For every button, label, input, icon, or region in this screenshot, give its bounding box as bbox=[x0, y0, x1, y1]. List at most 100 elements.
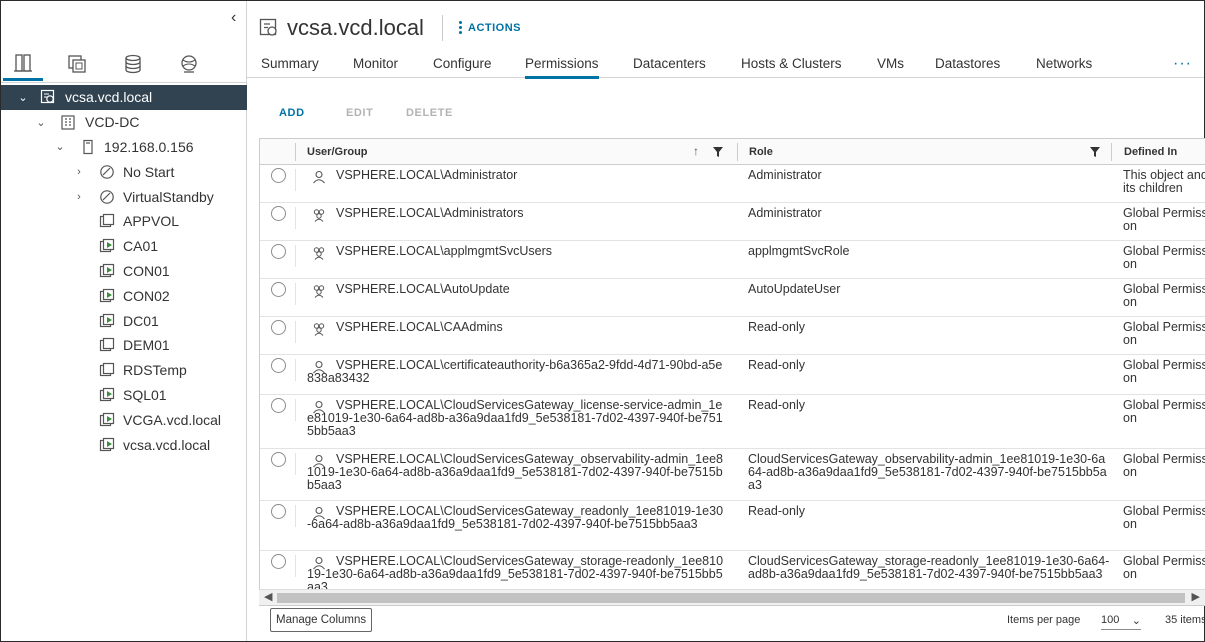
tree-node-vm[interactable]: vcsa.vcd.local bbox=[1, 432, 247, 457]
tree-node-label: APPVOL bbox=[123, 213, 180, 230]
tree-node-host[interactable]: ⌄ 192.168.0.156 bbox=[1, 135, 247, 160]
tree-node-datacenter[interactable]: ⌄ VCD-DC bbox=[1, 110, 247, 135]
tab-permissions[interactable]: Permissions bbox=[525, 56, 599, 79]
tree-node-vm[interactable]: CON02 bbox=[1, 283, 247, 308]
row-select-radio[interactable] bbox=[271, 168, 286, 183]
row-select-radio[interactable] bbox=[271, 554, 286, 569]
collapse-pane-icon[interactable]: ‹ bbox=[231, 9, 236, 27]
edit-button[interactable]: EDIT bbox=[346, 107, 373, 119]
sort-ascending-icon[interactable]: ↑ bbox=[693, 144, 699, 158]
tree-node-vm[interactable]: CA01 bbox=[1, 234, 247, 259]
chevron-right-icon[interactable]: › bbox=[73, 191, 85, 203]
user-group-cell: VSPHERE.LOCAL\certificateauthority-b6a36… bbox=[307, 358, 723, 385]
kebab-icon bbox=[459, 21, 462, 34]
page-size-select[interactable]: 100 ⌄ bbox=[1101, 612, 1141, 630]
add-button[interactable]: ADD bbox=[279, 107, 305, 119]
tree-node-vm[interactable]: APPVOL bbox=[1, 209, 247, 234]
user-group-cell: VSPHERE.LOCAL\applmgmtSvcUsers bbox=[336, 244, 553, 258]
manage-columns-button[interactable]: Manage Columns bbox=[270, 608, 373, 632]
table-row[interactable]: VSPHERE.LOCAL\CloudServicesGateway_reado… bbox=[260, 501, 1205, 551]
page-title: vcsa.vcd.local bbox=[287, 15, 424, 40]
role-cell: AutoUpdateUser bbox=[748, 282, 841, 296]
row-select-radio[interactable] bbox=[271, 320, 286, 335]
tree-node-vm[interactable]: VCGA.vcd.local bbox=[1, 407, 247, 432]
table-row[interactable]: VSPHERE.LOCAL\applmgmtSvcUsers applmgmtSv… bbox=[260, 241, 1205, 279]
table-row[interactable]: VSPHERE.LOCAL\CAAdmins Read-only Global Pe… bbox=[260, 317, 1205, 355]
horizontal-scrollbar[interactable]: ◀ ▶ bbox=[259, 589, 1205, 605]
row-select-radio[interactable] bbox=[271, 244, 286, 259]
row-divider bbox=[295, 453, 296, 475]
row-select-radio[interactable] bbox=[271, 398, 286, 413]
row-select-radio[interactable] bbox=[271, 358, 286, 373]
defined-in-cell: Global Permission bbox=[1123, 358, 1205, 385]
chevron-down-icon[interactable]: ⌄ bbox=[35, 116, 47, 129]
tree-node-vm[interactable]: DEM01 bbox=[1, 333, 247, 358]
table-row[interactable]: VSPHERE.LOCAL\CloudServicesGateway_obser… bbox=[260, 449, 1205, 501]
column-header-defined-in[interactable]: Defined In bbox=[1124, 146, 1177, 158]
column-divider bbox=[1111, 143, 1112, 161]
tree-node-vapp[interactable]: › VirtualStandby bbox=[1, 184, 247, 209]
tab-vms[interactable]: VMs bbox=[877, 56, 904, 76]
vm-on-icon bbox=[99, 239, 115, 253]
scroll-right-icon[interactable]: ▶ bbox=[1192, 590, 1200, 603]
delete-button[interactable]: DELETE bbox=[406, 107, 453, 119]
chevron-down-icon[interactable]: ⌄ bbox=[54, 140, 66, 153]
vms-templates-icon[interactable] bbox=[57, 47, 97, 81]
tab-summary[interactable]: Summary bbox=[261, 56, 319, 76]
tab-monitor[interactable]: Monitor bbox=[353, 56, 398, 76]
tab-hosts-clusters[interactable]: Hosts & Clusters bbox=[741, 56, 842, 76]
tab-datacenters[interactable]: Datacenters bbox=[633, 56, 706, 76]
role-cell: Read-only bbox=[748, 398, 805, 412]
user-group-cell: VSPHERE.LOCAL\CloudServicesGateway_reado… bbox=[307, 504, 724, 531]
actions-menu-button[interactable]: ACTIONS bbox=[459, 21, 521, 34]
role-cell: Read-only bbox=[748, 320, 805, 334]
defined-in-cell: This object and its children bbox=[1123, 168, 1205, 195]
table-row[interactable]: VSPHERE.LOCAL\CloudServicesGateway_stora… bbox=[260, 551, 1205, 594]
scrollbar-thumb[interactable] bbox=[277, 593, 1185, 603]
vm-on-icon bbox=[99, 313, 115, 327]
tree-node-vm[interactable]: SQL01 bbox=[1, 383, 247, 408]
column-header-role[interactable]: Role bbox=[749, 146, 773, 158]
tree-node-label: SQL01 bbox=[123, 386, 167, 403]
tree-node-label: VCGA.vcd.local bbox=[123, 411, 222, 428]
more-tabs-icon[interactable]: ··· bbox=[1173, 55, 1192, 73]
role-cell: Read-only bbox=[748, 358, 805, 372]
row-select-radio[interactable] bbox=[271, 206, 286, 221]
navigator-pane: ‹ ⌄ vcsa.vcd.local ⌄ VCD-DC ⌄ 192.168.0. bbox=[1, 1, 247, 641]
tab-networks[interactable]: Networks bbox=[1036, 56, 1092, 76]
defined-in-cell: Global Permission bbox=[1123, 206, 1205, 233]
hosts-clusters-icon[interactable] bbox=[3, 47, 43, 81]
row-divider bbox=[295, 321, 296, 343]
role-cell: CloudServicesGateway_storage-readonly_1e… bbox=[748, 554, 1110, 581]
column-header-user[interactable]: User/Group bbox=[307, 146, 368, 158]
row-divider bbox=[295, 245, 296, 267]
tree-node-vm[interactable]: DC01 bbox=[1, 308, 247, 333]
table-row[interactable]: VSPHERE.LOCAL\CloudServicesGateway_licen… bbox=[260, 395, 1205, 449]
tree-node-vm[interactable]: RDSTemp bbox=[1, 358, 247, 383]
defined-in-cell: Global Permission bbox=[1123, 452, 1205, 479]
table-row[interactable]: VSPHERE.LOCAL\AutoUpdate AutoUpdateUser Gl… bbox=[260, 279, 1205, 317]
networking-icon[interactable] bbox=[169, 47, 209, 81]
table-row[interactable]: VSPHERE.LOCAL\Administrators Administrato… bbox=[260, 203, 1205, 241]
header-divider bbox=[442, 15, 443, 41]
row-divider bbox=[295, 359, 296, 381]
tree-node-label: DEM01 bbox=[123, 337, 170, 354]
row-select-radio[interactable] bbox=[271, 282, 286, 297]
row-select-radio[interactable] bbox=[271, 452, 286, 467]
tab-configure[interactable]: Configure bbox=[433, 56, 492, 76]
filter-icon[interactable] bbox=[713, 147, 723, 157]
role-cell: Administrator bbox=[748, 206, 822, 220]
table-row[interactable]: VSPHERE.LOCAL\Administrator Administrator… bbox=[260, 165, 1205, 203]
tree-node-vapp[interactable]: › No Start bbox=[1, 159, 247, 184]
row-select-radio[interactable] bbox=[271, 504, 286, 519]
tree-node-vcenter[interactable]: ⌄ vcsa.vcd.local bbox=[1, 85, 247, 110]
chevron-right-icon[interactable]: › bbox=[73, 166, 85, 178]
filter-icon[interactable] bbox=[1090, 147, 1100, 157]
storage-icon[interactable] bbox=[113, 47, 153, 81]
tree-node-label: CON01 bbox=[123, 262, 170, 279]
tab-datastores[interactable]: Datastores bbox=[935, 56, 1000, 76]
chevron-down-icon[interactable]: ⌄ bbox=[17, 91, 29, 104]
scroll-left-icon[interactable]: ◀ bbox=[264, 590, 272, 603]
tree-node-vm[interactable]: CON01 bbox=[1, 259, 247, 284]
table-row[interactable]: VSPHERE.LOCAL\certificateauthority-b6a36… bbox=[260, 355, 1205, 395]
